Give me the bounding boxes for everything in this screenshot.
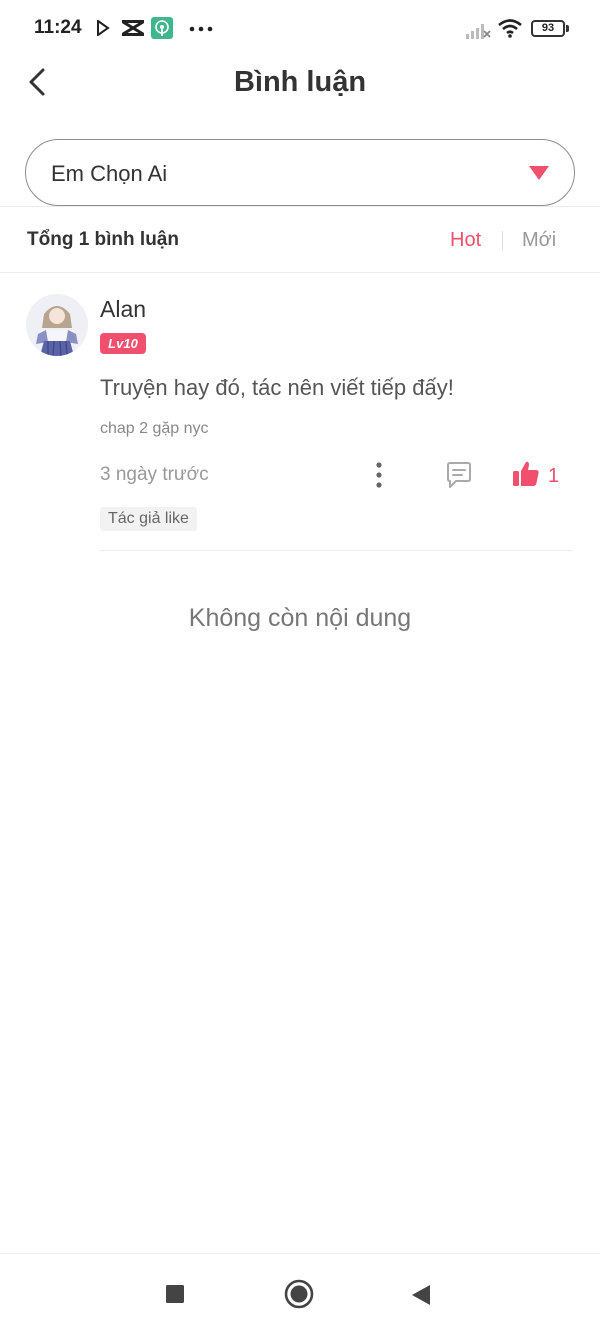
avatar[interactable] <box>26 294 88 356</box>
sort-new-tab[interactable]: Mới <box>522 229 556 252</box>
sort-separator <box>502 231 503 250</box>
home-icon[interactable] <box>284 1279 314 1309</box>
like-button[interactable] <box>510 458 572 492</box>
status-bar: 11:24 93 <box>0 0 600 56</box>
recent-apps-icon[interactable] <box>165 1284 185 1304</box>
comment-divider <box>100 550 572 551</box>
battery-tip <box>566 25 569 32</box>
more-dots-icon <box>189 26 213 32</box>
thumbs-up-icon <box>513 461 539 486</box>
more-options-icon[interactable] <box>368 460 390 490</box>
status-time: 11:24 <box>34 17 82 38</box>
wifi-icon <box>498 19 522 38</box>
play-store-icon <box>97 20 110 36</box>
level-badge: Lv10 <box>100 333 146 354</box>
comment-time: 3 ngày trước <box>100 464 209 485</box>
comment-username[interactable]: Alan <box>100 296 146 323</box>
divider <box>0 206 600 207</box>
end-of-list-message: Không còn nội dung <box>188 604 412 632</box>
system-nav-bar <box>0 1253 600 1333</box>
capcut-icon <box>122 20 144 36</box>
like-count: 1 <box>548 465 560 487</box>
chapter-select[interactable]: Em Chọn Ai <box>25 139 575 206</box>
signal-icon <box>466 24 491 39</box>
nav-back-icon[interactable] <box>410 1283 432 1307</box>
chapter-select-value: Em Chọn Ai <box>51 161 168 186</box>
comment-chapter: chap 2 gặp nyc <box>100 420 209 437</box>
divider <box>0 272 600 273</box>
comment-text: Truyện hay đó, tác nên viết tiếp đấy! <box>100 375 454 400</box>
podcast-icon <box>151 17 173 39</box>
author-like-tag: Tác giả like <box>100 507 197 531</box>
battery-icon: 93 <box>531 20 565 37</box>
sort-hot-tab[interactable]: Hot <box>450 229 481 252</box>
reply-icon[interactable] <box>444 460 474 490</box>
avatar-image <box>26 294 88 356</box>
comment-count: Tổng 1 bình luận <box>27 229 179 250</box>
page-title: Bình luận <box>233 66 367 98</box>
caret-down-icon <box>529 166 549 180</box>
